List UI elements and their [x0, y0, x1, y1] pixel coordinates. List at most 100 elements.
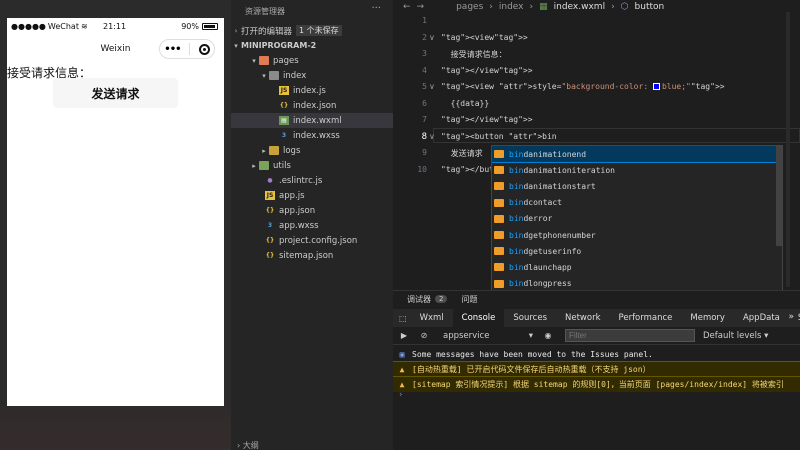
breadcrumb-pages[interactable]: pages [456, 2, 483, 12]
warning-icon: ▲ [399, 380, 405, 389]
inspect-icon[interactable]: ⬚ [399, 313, 407, 323]
tab-problems-label: 问题 [461, 294, 478, 304]
console-message: ▲ [sitemap 索引情况提示] 根据 sitemap 的规则[0]，当前页面… [393, 376, 800, 392]
eye-icon[interactable]: ◉ [543, 331, 553, 341]
tree-item[interactable]: {} sitemap.json [231, 248, 393, 263]
forward-arrow-icon[interactable]: → [417, 2, 425, 12]
tree-item[interactable]: ▸ logs [231, 143, 393, 158]
tree-item-label: app.json [279, 205, 316, 216]
suggestion-scrollbar[interactable] [776, 146, 782, 246]
explorer-more-icon[interactable]: ··· [371, 3, 381, 14]
fold-chevron-icon[interactable]: ∨ [429, 132, 435, 141]
property-icon [494, 166, 504, 175]
breadcrumb-file[interactable]: index.wxml [554, 2, 605, 12]
carrier-label: WeChat [47, 22, 79, 31]
json-file-icon: {} [265, 237, 275, 244]
suggestion-item[interactable]: bin danimationiteration [492, 162, 782, 178]
suggestion-item[interactable]: bin dlaunchapp [492, 259, 782, 275]
devtools-tab-performance[interactable]: Performance [610, 309, 682, 327]
context-value: appservice [443, 330, 490, 341]
tree-item[interactable]: JS index.js [231, 83, 393, 98]
context-select[interactable]: appservice ▾ [443, 331, 533, 341]
editor-scrollbar[interactable] [786, 12, 790, 287]
devtools-tab-wxml[interactable]: Wxml [411, 309, 453, 327]
tab-problems[interactable]: 问题 [461, 294, 477, 305]
suggestion-item[interactable]: bin dgetuserinfo [492, 243, 782, 259]
property-icon [494, 214, 504, 223]
tab-debugger-label: 调试器 [407, 294, 431, 304]
tree-item[interactable]: ▸ utils [231, 158, 393, 173]
open-editors-section[interactable]: › 打开的编辑器 1 个未保存 [231, 23, 393, 38]
breadcrumb-index[interactable]: index [499, 2, 524, 12]
tab-debugger[interactable]: 调试器 2 [407, 294, 448, 305]
tree-item[interactable]: {} index.json [231, 98, 393, 113]
levels-select[interactable]: Default levels ▾ [703, 331, 768, 341]
line-number: 6 [422, 98, 427, 108]
suggestion-item[interactable]: bin danimationend [492, 146, 782, 164]
send-request-button[interactable]: 发送请求 [53, 78, 178, 108]
devtools-tab-sources[interactable]: Sources [504, 309, 556, 327]
fold-chevron-icon[interactable]: ∨ [429, 82, 435, 91]
element-icon: ⬡ [620, 2, 629, 12]
code-line[interactable]: "tag"><view"tag">> [441, 33, 528, 42]
folder-icon [269, 146, 279, 155]
tree-item[interactable]: ▾ index [231, 68, 393, 83]
devtools-tab-list: Wxml Console Sources Network Performance Memo… [411, 309, 800, 327]
chevron-icon: ▸ [262, 146, 266, 155]
code-line[interactable]: 发送请求 [441, 148, 483, 159]
clear-console-icon[interactable]: ⊘ [419, 331, 429, 341]
devtools-tab-appdata[interactable]: AppData [734, 309, 789, 327]
wxml-file-icon: ▦ [539, 2, 548, 12]
outline-section[interactable]: › 大纲 [231, 440, 393, 450]
code-line[interactable]: 接受请求信息： [441, 49, 507, 60]
suggestion-item[interactable]: bin danimationstart [492, 178, 782, 194]
property-icon [494, 198, 504, 207]
back-arrow-icon[interactable]: ← [403, 2, 411, 12]
suggestion-item[interactable]: bin dgetphonenumber [492, 227, 782, 243]
property-icon [494, 279, 504, 288]
tree-item[interactable]: {} project.config.json [231, 233, 393, 248]
property-icon [494, 247, 504, 256]
project-name: MINIPROGRAM-2 [241, 41, 317, 50]
more-dots-icon[interactable]: ••• [164, 44, 181, 55]
simulator-footer [0, 406, 231, 450]
tree-item-label: pages [273, 55, 299, 66]
file-explorer: 资源管理器 ··· › 打开的编辑器 1 个未保存 ▾ MINIPROGRAM-… [231, 0, 393, 450]
js-file-icon: JS [279, 86, 289, 95]
tree-item[interactable]: 3 app.wxss [231, 218, 393, 233]
devtools-tab-network[interactable]: Network [556, 309, 610, 327]
tree-item[interactable]: 3 index.wxss [231, 128, 393, 143]
more-tabs-icon[interactable]: » [788, 312, 794, 322]
suggestion-item[interactable]: bin derror [492, 211, 782, 227]
property-icon [494, 150, 504, 159]
sidebar-toggle-icon[interactable]: ▶ [399, 331, 409, 341]
project-root[interactable]: ▾ MINIPROGRAM-2 [231, 38, 393, 53]
console-prompt[interactable]: › [399, 390, 403, 400]
devtools-tab-console[interactable]: Console [452, 309, 505, 327]
filter-input[interactable] [565, 329, 695, 342]
code-line[interactable]: "tag"></view"tag">> [441, 115, 533, 124]
line-number: 3 [422, 49, 427, 58]
navbar: Weixin ••• [7, 34, 224, 62]
devtools-tab-memory[interactable]: Memory [681, 309, 734, 327]
property-icon [494, 263, 504, 272]
tree-item[interactable]: {} app.json [231, 203, 393, 218]
breadcrumb-element[interactable]: button [635, 2, 665, 12]
open-editors-label: 打开的编辑器 [241, 26, 293, 37]
tree-item[interactable]: ▤ index.wxml [231, 113, 393, 128]
tree-item-label: .eslintrc.js [279, 175, 323, 186]
property-icon [494, 182, 504, 191]
tree-item[interactable]: JS app.js [231, 188, 393, 203]
code-line[interactable]: {{data}} [441, 99, 490, 108]
fold-chevron-icon[interactable]: ∨ [429, 33, 435, 42]
suggestion-item[interactable]: bin dcontact [492, 195, 782, 211]
code-line[interactable]: "tag"></view"tag">> [441, 66, 533, 75]
code-line[interactable]: "tag"><view "attr">style="background-col… [441, 82, 725, 91]
code-line[interactable]: "tag"><button "attr">bin [441, 132, 557, 141]
close-target-icon[interactable] [198, 43, 210, 55]
tree-item[interactable]: ● .eslintrc.js [231, 173, 393, 188]
chevron-icon: ▾ [262, 71, 266, 80]
chevron-right-icon: › [234, 26, 238, 35]
capsule-menu[interactable]: ••• [159, 39, 215, 59]
tree-item[interactable]: ▾ pages [231, 53, 393, 68]
